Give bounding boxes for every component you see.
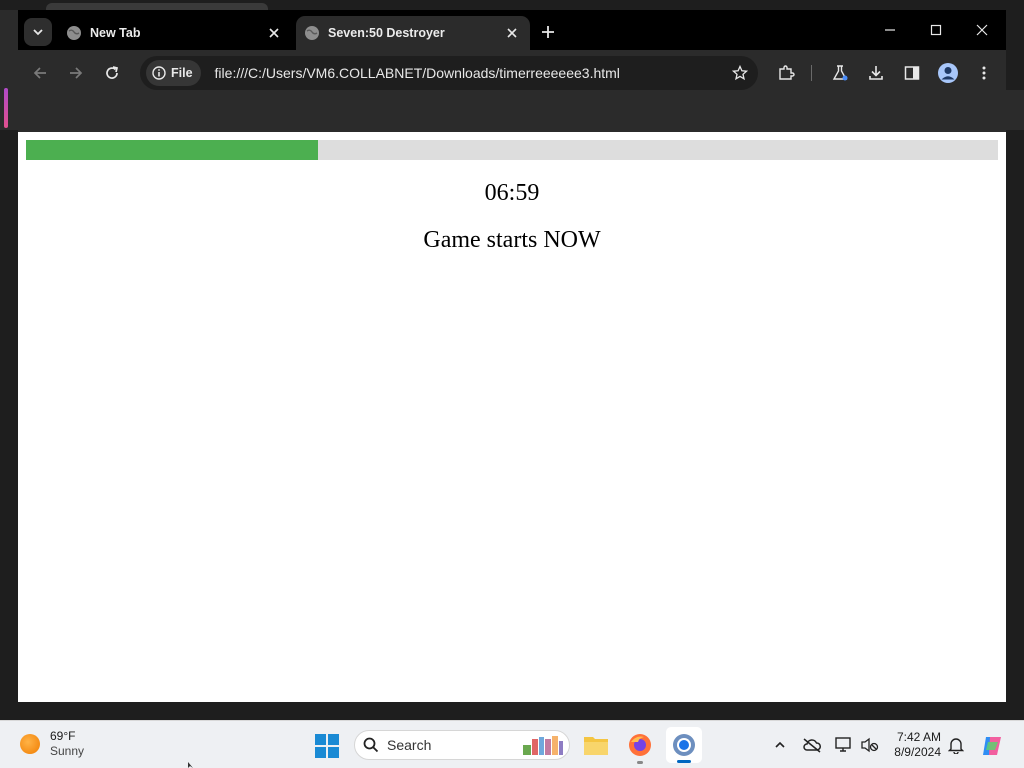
notifications-button[interactable] [946,735,966,755]
weather-widget[interactable]: 69°F Sunny [20,729,84,759]
reload-button[interactable] [100,61,124,85]
arrow-left-icon [33,67,46,79]
tab-title: Seven:50 Destroyer [328,26,445,40]
status-message: Game starts NOW [423,227,601,253]
search-highlight-illustration-icon [523,736,563,755]
file-explorer-app[interactable] [582,731,610,759]
start-button[interactable] [314,733,340,759]
reload-icon [106,66,119,79]
chevron-up-icon [775,741,785,748]
browser-toolbar: File file:///C:/Users/VM6.COLLABNET/Down… [18,50,1006,96]
browser-window: New Tab Seven:50 Destroyer File file:///… [18,10,1006,702]
toolbar-divider [811,65,812,81]
active-indicator [677,760,691,763]
progress-bar-fill [26,140,318,160]
folder-icon [584,737,608,755]
search-placeholder: Search [387,737,432,753]
countdown-timer: 06:59 [484,180,540,206]
side-panel-button[interactable] [900,61,924,85]
bookmark-star-button[interactable] [728,61,752,85]
url-text[interactable]: file:///C:/Users/VM6.COLLABNET/Downloads… [215,65,620,81]
minimize-icon [885,29,895,31]
tab-title: New Tab [90,26,141,40]
more-vertical-icon [982,66,986,80]
firefox-icon [629,734,651,756]
menu-button[interactable] [972,61,996,85]
flask-icon [832,65,848,81]
chevron-down-icon [33,29,43,36]
extensions-button[interactable] [774,61,798,85]
site-info-label: File [171,66,193,80]
tab-search-button[interactable] [24,18,52,46]
bell-icon [948,738,964,754]
copilot-button[interactable] [980,734,1004,758]
clock-time: 7:42 AM [896,730,941,744]
firefox-app[interactable] [626,731,654,764]
network-tray[interactable] [834,735,854,755]
bookmarks-bar [18,96,1006,132]
side-panel-icon [904,66,920,80]
address-bar[interactable]: File file:///C:/Users/VM6.COLLABNET/Down… [140,56,758,90]
cloud-off-icon [803,738,821,753]
globe-icon [66,25,82,41]
avatar-icon [938,63,958,83]
title-bar: New Tab Seven:50 Destroyer [18,10,1006,50]
close-window-button[interactable] [960,16,1004,44]
close-tab-icon[interactable] [500,21,524,45]
monitor-icon [835,737,851,752]
chrome-app[interactable] [666,727,702,763]
downloads-button[interactable] [864,61,888,85]
windows-logo-icon [315,734,339,758]
progress-bar [26,140,998,160]
taskbar-search[interactable]: Search [354,730,570,760]
background-window-right [1006,90,1024,130]
forward-button[interactable] [64,61,88,85]
chrome-icon [673,734,695,756]
system-clock[interactable]: 7:42 AM 8/9/2024 [885,730,941,760]
close-icon [976,24,988,36]
new-tab-button[interactable] [536,20,560,44]
arrow-right-icon [70,67,83,79]
page-content: 06:59 Game starts NOW [18,132,1006,702]
mouse-cursor-icon [188,762,193,768]
search-icon [363,737,379,753]
volume-muted-icon [861,737,879,753]
plus-icon [542,26,554,38]
maximize-icon [930,24,942,36]
background-window-left [0,10,18,130]
background-window-accent [4,88,8,128]
copilot-icon [983,737,1001,755]
minimize-button[interactable] [868,16,912,44]
maximize-button[interactable] [914,16,958,44]
show-hidden-icons-button[interactable] [770,735,790,755]
labs-button[interactable] [828,61,852,85]
info-icon [152,66,166,80]
volume-tray[interactable] [860,735,880,755]
weather-temperature: 69°F [50,729,76,743]
sun-icon [20,734,40,754]
back-button[interactable] [28,61,52,85]
taskbar: 69°F Sunny Search 7:42 AM 8/9/2024 [0,720,1024,768]
puzzle-icon [779,65,795,80]
tab-seven50-destroyer[interactable]: Seven:50 Destroyer [296,16,530,50]
clock-date: 8/9/2024 [894,745,941,759]
onedrive-tray[interactable] [802,735,822,755]
tab-new-tab[interactable]: New Tab [58,16,292,50]
star-icon [732,65,748,81]
profile-button[interactable] [936,61,960,85]
globe-icon [304,25,320,41]
running-indicator [637,761,643,764]
site-info-chip[interactable]: File [146,60,201,86]
close-tab-icon[interactable] [262,21,286,45]
download-icon [869,66,883,80]
weather-condition: Sunny [50,744,85,758]
